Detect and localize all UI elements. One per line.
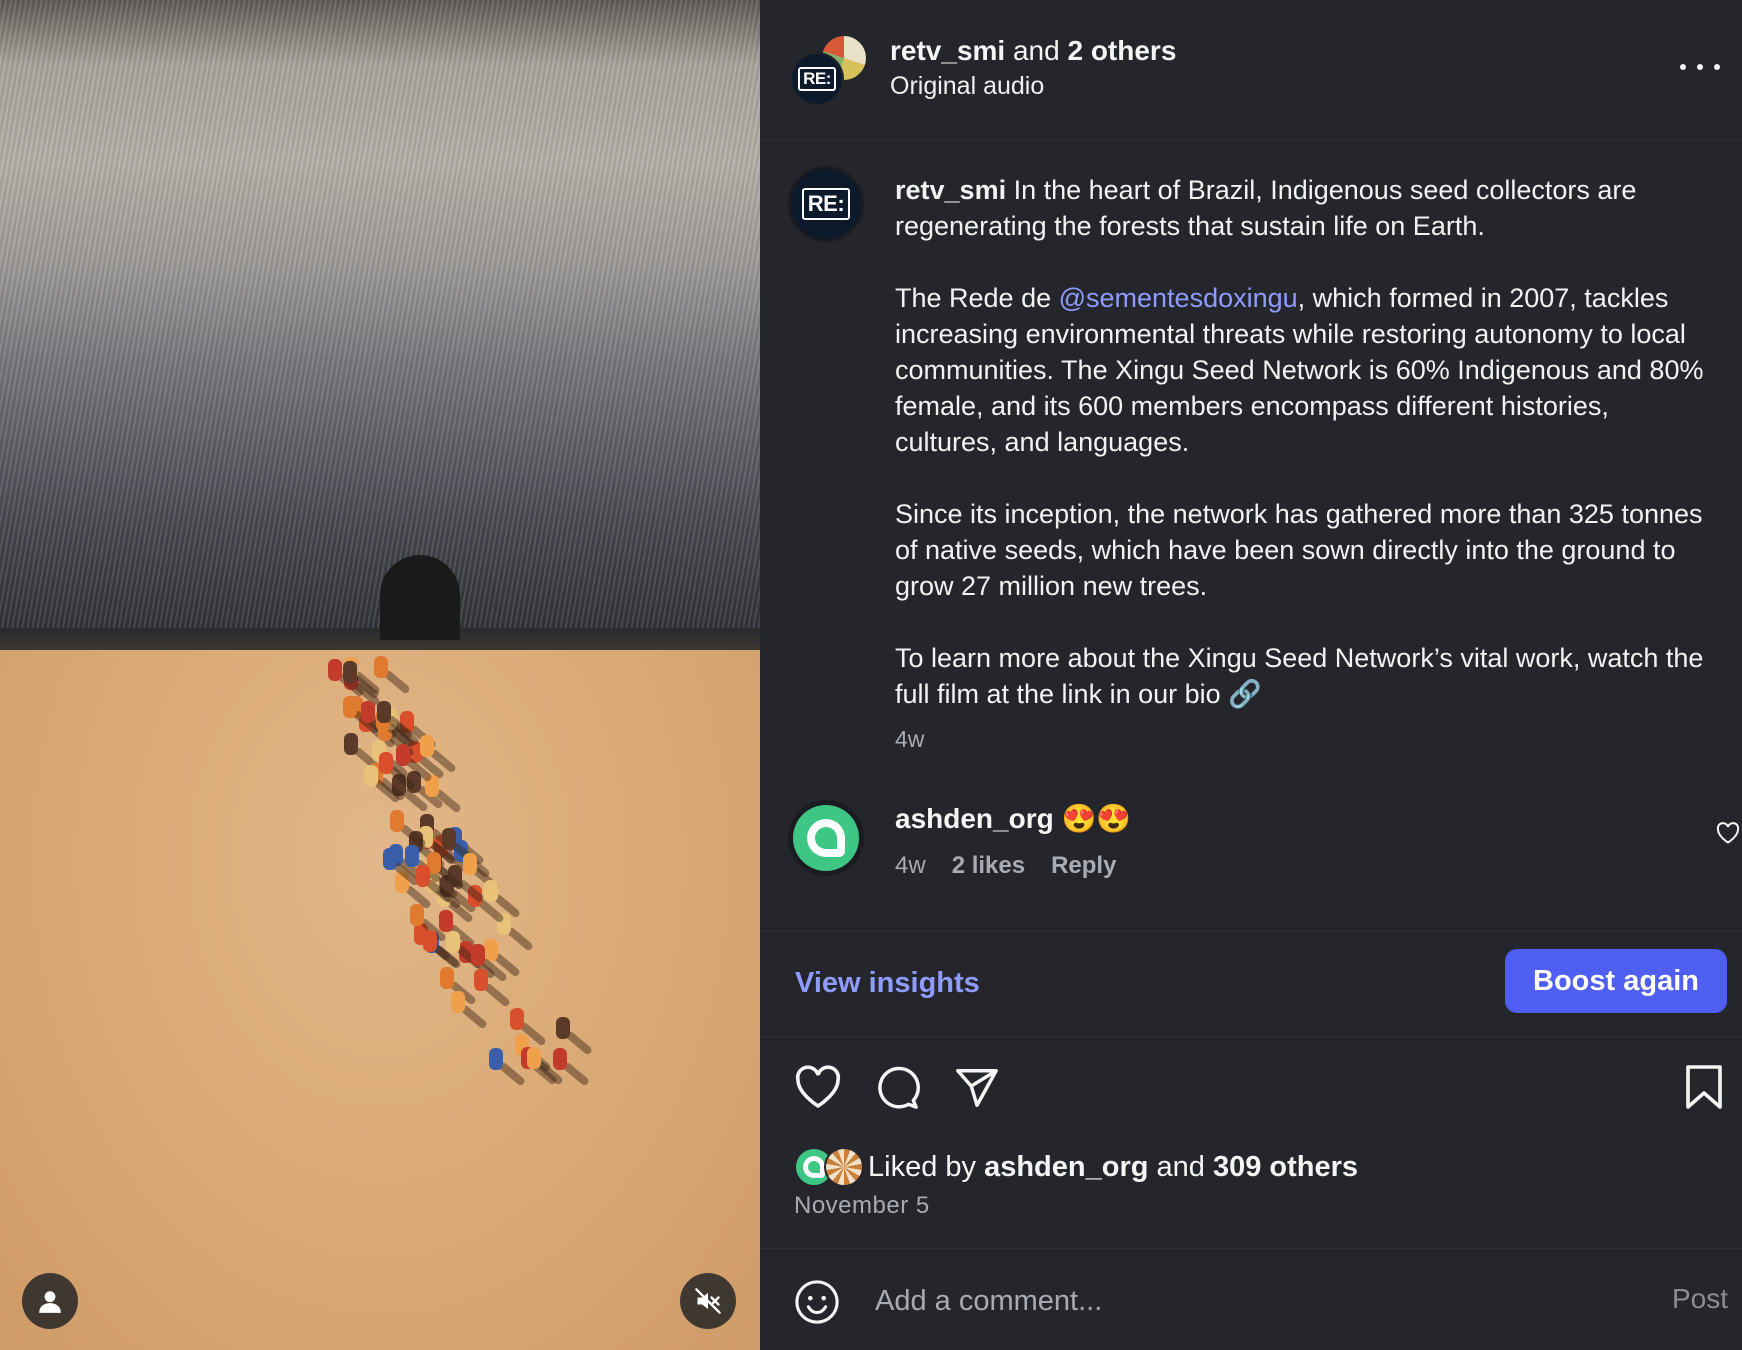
person-figure — [416, 864, 430, 887]
more-icon — [1680, 64, 1686, 70]
person-figure — [509, 1007, 524, 1030]
share-icon — [956, 1069, 998, 1107]
person-figure — [422, 930, 437, 953]
re-logo: RE: — [798, 67, 836, 91]
person-figure — [474, 968, 489, 991]
person-figure — [344, 733, 359, 756]
caption-text: retv_smi In the heart of Brazil, Indigen… — [895, 172, 1715, 748]
person-figure — [438, 909, 453, 932]
save-button[interactable] — [1684, 1065, 1724, 1114]
post-actions — [794, 1065, 1724, 1115]
person-figure — [390, 809, 405, 832]
view-insights-link[interactable]: View insights — [795, 967, 980, 1000]
caption-username[interactable]: retv_smi — [895, 175, 1006, 205]
person-figure — [484, 879, 499, 902]
account-avatar: RE: — [790, 52, 844, 106]
mute-toggle-button[interactable] — [680, 1273, 736, 1329]
comment-text: 😍😍 — [1053, 803, 1132, 834]
comment-meta: 4w 2 likes Reply — [895, 852, 1116, 880]
heart-icon — [795, 1065, 841, 1109]
person-figure — [462, 852, 477, 875]
tagged-users-button[interactable] — [22, 1273, 78, 1329]
person-figure — [361, 701, 376, 724]
person-figure — [553, 1048, 568, 1071]
collab-avatars[interactable]: RE: — [790, 34, 868, 106]
person-figure — [450, 990, 465, 1013]
commenter-username[interactable]: ashden_org — [895, 803, 1054, 834]
person-figure — [527, 1046, 542, 1069]
comment-icon — [878, 1066, 920, 1109]
like-button[interactable] — [794, 1065, 842, 1114]
commenter-avatar[interactable] — [788, 800, 864, 876]
caption-timestamp[interactable]: 4w — [895, 726, 924, 753]
hut-doorway-image — [380, 555, 460, 640]
author-username[interactable]: retv_smi — [890, 35, 1005, 66]
post-author-line[interactable]: retv_smi and 2 others — [890, 34, 1176, 68]
liker-avatars — [794, 1145, 872, 1189]
insights-bar: View insights Boost again — [760, 930, 1742, 1038]
collab-others[interactable]: 2 others — [1067, 35, 1176, 66]
add-comment-bar: Post — [760, 1248, 1742, 1350]
user-icon — [39, 1291, 61, 1313]
person-figure — [373, 656, 388, 679]
post-header: RE: retv_smi and 2 others Original audio — [760, 0, 1742, 140]
person-figure — [342, 660, 357, 683]
more-options-button[interactable] — [1680, 52, 1720, 82]
bookmark-icon — [1686, 1065, 1722, 1109]
mention-link[interactable]: @sementesdoxingu — [1059, 283, 1298, 313]
comment-item: ashden_org 😍😍 4w 2 likes Reply — [788, 800, 1740, 890]
person-figure — [446, 930, 461, 953]
person-figure — [364, 764, 379, 787]
emoji-picker-button[interactable] — [794, 1279, 840, 1330]
person-figure — [379, 751, 394, 774]
re-logo: RE: — [801, 188, 851, 220]
like-comment-button[interactable] — [1716, 822, 1740, 849]
post-video[interactable] — [0, 0, 760, 1350]
comment-input[interactable] — [875, 1279, 1575, 1323]
person-figure — [395, 744, 410, 767]
likes-count[interactable]: 309 others — [1213, 1151, 1358, 1183]
caption-avatar[interactable]: RE: — [788, 166, 864, 242]
caption-intro: In the heart of Brazil, Indigenous seed … — [895, 175, 1637, 241]
person-figure — [440, 966, 455, 989]
person-figure — [405, 844, 420, 867]
person-figure — [328, 658, 343, 681]
caption-paragraph: Since its inception, the network has gat… — [895, 499, 1703, 601]
post-date[interactable]: November 5 — [794, 1192, 930, 1220]
heart-icon — [1716, 822, 1740, 844]
crowd-image — [300, 640, 600, 1140]
person-figure — [383, 848, 398, 871]
likes-summary[interactable]: Liked by ashden_org and 309 others — [794, 1145, 1358, 1189]
audio-label[interactable]: Original audio — [890, 72, 1044, 101]
person-figure — [410, 904, 425, 927]
comment-likes[interactable]: 2 likes — [952, 852, 1025, 880]
person-figure — [489, 1048, 503, 1071]
and-text: and — [1005, 35, 1068, 66]
person-figure — [342, 695, 357, 718]
person-figure — [419, 734, 434, 757]
person-figure — [555, 1016, 570, 1039]
muted-speaker-icon — [695, 1288, 721, 1314]
caption-paragraph: To learn more about the Xingu Seed Netwo… — [895, 643, 1704, 709]
post-comment-button[interactable]: Post — [1672, 1283, 1728, 1315]
emoji-icon — [795, 1280, 839, 1324]
thatched-roof-image — [0, 0, 760, 650]
person-figure — [441, 827, 456, 850]
share-button[interactable] — [954, 1065, 1000, 1116]
reply-button[interactable]: Reply — [1051, 852, 1116, 880]
post-details-panel: RE: retv_smi and 2 others Original audio… — [760, 0, 1742, 1350]
liker-username[interactable]: ashden_org — [984, 1151, 1148, 1183]
person-figure — [470, 944, 485, 967]
boost-again-button[interactable]: Boost again — [1505, 949, 1727, 1013]
comment-button[interactable] — [874, 1065, 920, 1116]
person-figure — [376, 701, 391, 724]
comment-timestamp[interactable]: 4w — [895, 852, 926, 880]
